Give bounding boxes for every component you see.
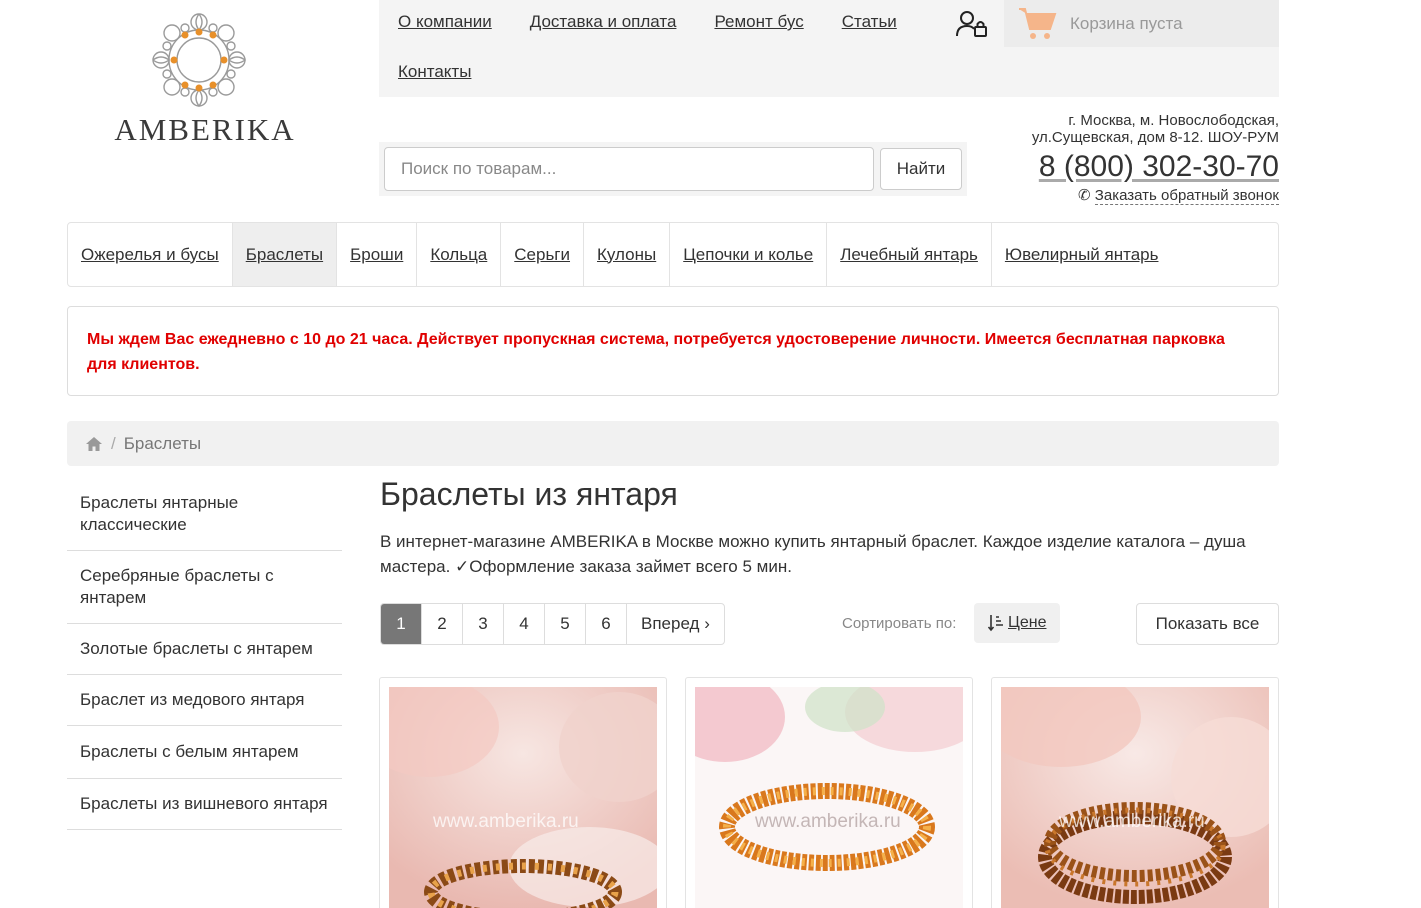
product-grid: www.amberika.ru www.amberika.ru www.ambe… (379, 677, 1279, 908)
next-page-button[interactable]: Вперед › (627, 604, 724, 644)
category-earrings[interactable]: Серьги (501, 223, 585, 286)
category-rings[interactable]: Кольца (417, 223, 502, 286)
address-line-2: ул.Сущевская, дом 8-12. ШОУ-РУМ (1031, 129, 1279, 146)
sort-label: Сортировать по: (842, 615, 957, 632)
search-button[interactable]: Найти (880, 148, 962, 190)
cart-icon (1019, 7, 1057, 39)
callback-label: Заказать обратный звонок (1094, 187, 1279, 205)
sidebar-item-honey[interactable]: Браслет из медового янтаря (67, 675, 342, 726)
callback-link[interactable]: ✆ Заказать обратный звонок (959, 186, 1279, 205)
nav-link-articles[interactable]: Статьи (842, 12, 897, 32)
notice-banner: Мы ждем Вас ежедневно с 10 до 21 часа. Д… (67, 306, 1279, 396)
watermark-text: www.amberika.ru (1059, 811, 1205, 832)
watermark-text: www.amberika.ru (755, 811, 901, 832)
page-button-4[interactable]: 4 (504, 604, 545, 644)
category-menu: Ожерелья и бусы Браслеты Броши Кольца Се… (67, 222, 1279, 287)
category-healing-amber[interactable]: Лечебный янтарь (827, 223, 992, 286)
top-navigation: О компании Доставка и оплата Ремонт бус … (379, 0, 1279, 97)
sidebar-item-gold[interactable]: Золотые браслеты с янтарем (67, 624, 342, 675)
breadcrumb: / Браслеты (67, 421, 1279, 466)
product-card[interactable]: www.amberika.ru (379, 677, 667, 908)
site-logo[interactable]: AMBERIKA (95, 8, 315, 148)
nav-link-about[interactable]: О компании (398, 12, 492, 32)
nav-link-contacts[interactable]: Контакты (398, 62, 471, 82)
chevron-right-icon: › (699, 614, 710, 633)
category-brooches[interactable]: Броши (337, 223, 418, 286)
nav-link-delivery[interactable]: Доставка и оплата (530, 12, 677, 32)
user-account-icon[interactable] (956, 10, 988, 38)
sidebar-item-cherry[interactable]: Браслеты из вишневого янтаря (67, 779, 342, 830)
sidebar-item-silver[interactable]: Серебряные браслеты с янтарем (67, 551, 342, 624)
next-page-label: Вперед (641, 614, 700, 633)
product-card[interactable]: www.amberika.ru (685, 677, 973, 908)
listing-controls: 1 2 3 4 5 6 Вперед › Сортировать по: Цен… (380, 603, 1279, 645)
address-line-1: г. Москва, м. Новослободская, (1068, 112, 1279, 129)
product-image[interactable]: www.amberika.ru (1001, 687, 1269, 908)
product-image[interactable]: www.amberika.ru (695, 687, 963, 908)
category-bracelets[interactable]: Браслеты (232, 223, 338, 286)
phone-icon: ✆ (1078, 187, 1091, 204)
intro-text: В интернет-магазине AMBERIKA в Москве мо… (380, 532, 1246, 576)
page-button-3[interactable]: 3 (463, 604, 504, 644)
pagination: 1 2 3 4 5 6 Вперед › (380, 603, 725, 645)
watermark-text: www.amberika.ru (433, 811, 579, 832)
search-input[interactable] (384, 147, 874, 191)
notice-text: Мы ждем Вас ежедневно с 10 до 21 часа. Д… (87, 331, 1225, 373)
logo-ornament-icon (152, 13, 247, 108)
sidebar-subcategories: Браслеты янтарные классические Серебряны… (67, 478, 342, 830)
breadcrumb-current: Браслеты (123, 433, 202, 453)
page-button-1[interactable]: 1 (381, 604, 422, 644)
contact-info: г. Москва, м. Новослободская, ул.Сущевск… (959, 112, 1279, 205)
sort-by-price-button[interactable]: Цене (974, 603, 1061, 643)
category-pendants[interactable]: Кулоны (584, 223, 671, 286)
category-jewelry-amber[interactable]: Ювелирный янтарь (992, 223, 1172, 286)
logo-text: AMBERIKA (114, 112, 296, 147)
sidebar-item-white[interactable]: Браслеты с белым янтарем (67, 726, 342, 779)
category-chains[interactable]: Цепочки и колье (670, 223, 828, 286)
main-content: Браслеты из янтаря В интернет-магазине A… (380, 476, 1280, 645)
product-card[interactable]: www.amberika.ru (991, 677, 1279, 908)
search-bar: Найти (379, 142, 967, 196)
category-necklaces[interactable]: Ожерелья и бусы (68, 223, 233, 286)
nav-link-repair[interactable]: Ремонт бус (714, 12, 803, 32)
page-title: Браслеты из янтаря (380, 476, 678, 512)
breadcrumb-separator: / (111, 433, 116, 453)
page-button-2[interactable]: 2 (422, 604, 463, 644)
sidebar-item-classic[interactable]: Браслеты янтарные классические (67, 478, 342, 551)
show-all-button[interactable]: Показать все (1136, 603, 1279, 645)
home-icon[interactable] (85, 436, 103, 452)
page-button-5[interactable]: 5 (545, 604, 586, 644)
cart-widget[interactable]: Корзина пуста (1004, 0, 1279, 47)
sort-value: Цене (1008, 614, 1047, 631)
phone-number[interactable]: 8 (800) 302-30-70 (959, 150, 1279, 184)
product-image[interactable]: www.amberika.ru (389, 687, 657, 908)
page-button-6[interactable]: 6 (586, 604, 627, 644)
sort-ascending-icon (988, 615, 1003, 632)
cart-status-text: Корзина пуста (1070, 13, 1183, 33)
